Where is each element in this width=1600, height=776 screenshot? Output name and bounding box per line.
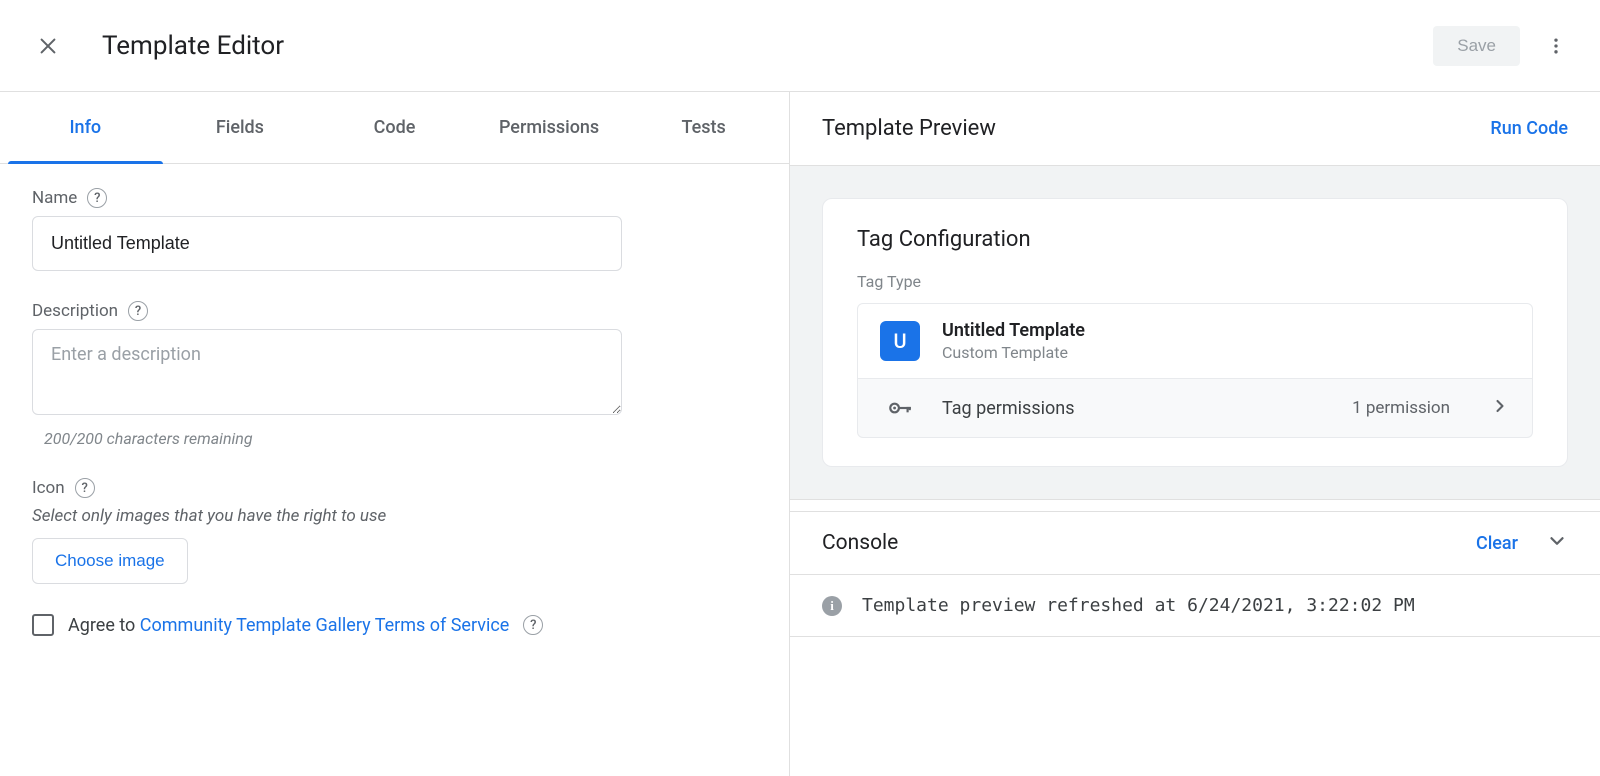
help-icon[interactable]: ? [87, 188, 107, 208]
info-icon: i [822, 596, 842, 616]
agree-prefix: Agree to [68, 615, 140, 636]
preview-title: Template Preview [822, 116, 996, 141]
tag-config-card: Tag Configuration Tag Type U Untitled Te… [822, 198, 1568, 467]
header-bar: Template Editor Save [0, 0, 1600, 92]
tag-subtype: Custom Template [942, 343, 1085, 362]
tab-permissions[interactable]: Permissions [472, 92, 627, 163]
console-row: i Template preview refreshed at 6/24/202… [790, 575, 1600, 637]
name-label: Name [32, 188, 77, 208]
agree-row: Agree to Community Template Gallery Term… [32, 614, 757, 636]
icon-hint: Select only images that you have the rig… [32, 506, 757, 526]
choose-image-button[interactable]: Choose image [32, 538, 188, 584]
tab-bar: Info Fields Code Permissions Tests [0, 92, 789, 164]
permissions-label: Tag permissions [942, 398, 1074, 419]
tag-type-row[interactable]: U Untitled Template Custom Template [857, 303, 1533, 379]
tab-tests[interactable]: Tests [626, 92, 781, 163]
console-clear-button[interactable]: Clear [1476, 533, 1518, 554]
page-title: Template Editor [102, 31, 284, 61]
description-label: Description [32, 301, 118, 321]
console-message: Template preview refreshed at 6/24/2021,… [862, 595, 1415, 616]
description-label-row: Description ? [32, 301, 757, 321]
icon-label: Icon [32, 478, 65, 498]
help-icon[interactable]: ? [128, 301, 148, 321]
editor-pane: Info Fields Code Permissions Tests Name … [0, 92, 790, 776]
run-code-button[interactable]: Run Code [1490, 118, 1568, 139]
name-input[interactable] [32, 216, 622, 271]
key-icon [880, 395, 920, 421]
help-icon[interactable]: ? [523, 615, 543, 635]
tag-badge: U [880, 321, 920, 361]
permissions-count: 1 permission [1352, 398, 1450, 418]
chevron-down-icon[interactable] [1546, 530, 1568, 556]
save-button[interactable]: Save [1433, 26, 1520, 66]
preview-pane: Template Preview Run Code Tag Configurat… [790, 92, 1600, 776]
close-icon[interactable] [36, 34, 60, 58]
console-title: Console [822, 531, 898, 555]
character-counter: 200/200 characters remaining [44, 429, 757, 448]
tos-link[interactable]: Community Template Gallery Terms of Serv… [140, 615, 510, 636]
preview-body: Tag Configuration Tag Type U Untitled Te… [790, 166, 1600, 499]
icon-label-row: Icon ? [32, 478, 757, 498]
description-input[interactable] [32, 329, 622, 415]
tab-fields[interactable]: Fields [163, 92, 318, 163]
tag-permissions-row[interactable]: Tag permissions 1 permission [857, 379, 1533, 438]
tab-info[interactable]: Info [8, 92, 163, 163]
tag-type-label: Tag Type [857, 272, 1533, 291]
chevron-right-icon [1490, 396, 1510, 420]
tag-config-title: Tag Configuration [857, 227, 1533, 252]
name-label-row: Name ? [32, 188, 757, 208]
agree-checkbox[interactable] [32, 614, 54, 636]
more-menu-icon[interactable] [1544, 34, 1568, 58]
tab-code[interactable]: Code [317, 92, 472, 163]
preview-header: Template Preview Run Code [790, 92, 1600, 166]
tag-name: Untitled Template [942, 320, 1085, 341]
console-header: Console Clear [790, 511, 1600, 575]
help-icon[interactable]: ? [75, 478, 95, 498]
agree-text: Agree to Community Template Gallery Term… [68, 615, 509, 636]
